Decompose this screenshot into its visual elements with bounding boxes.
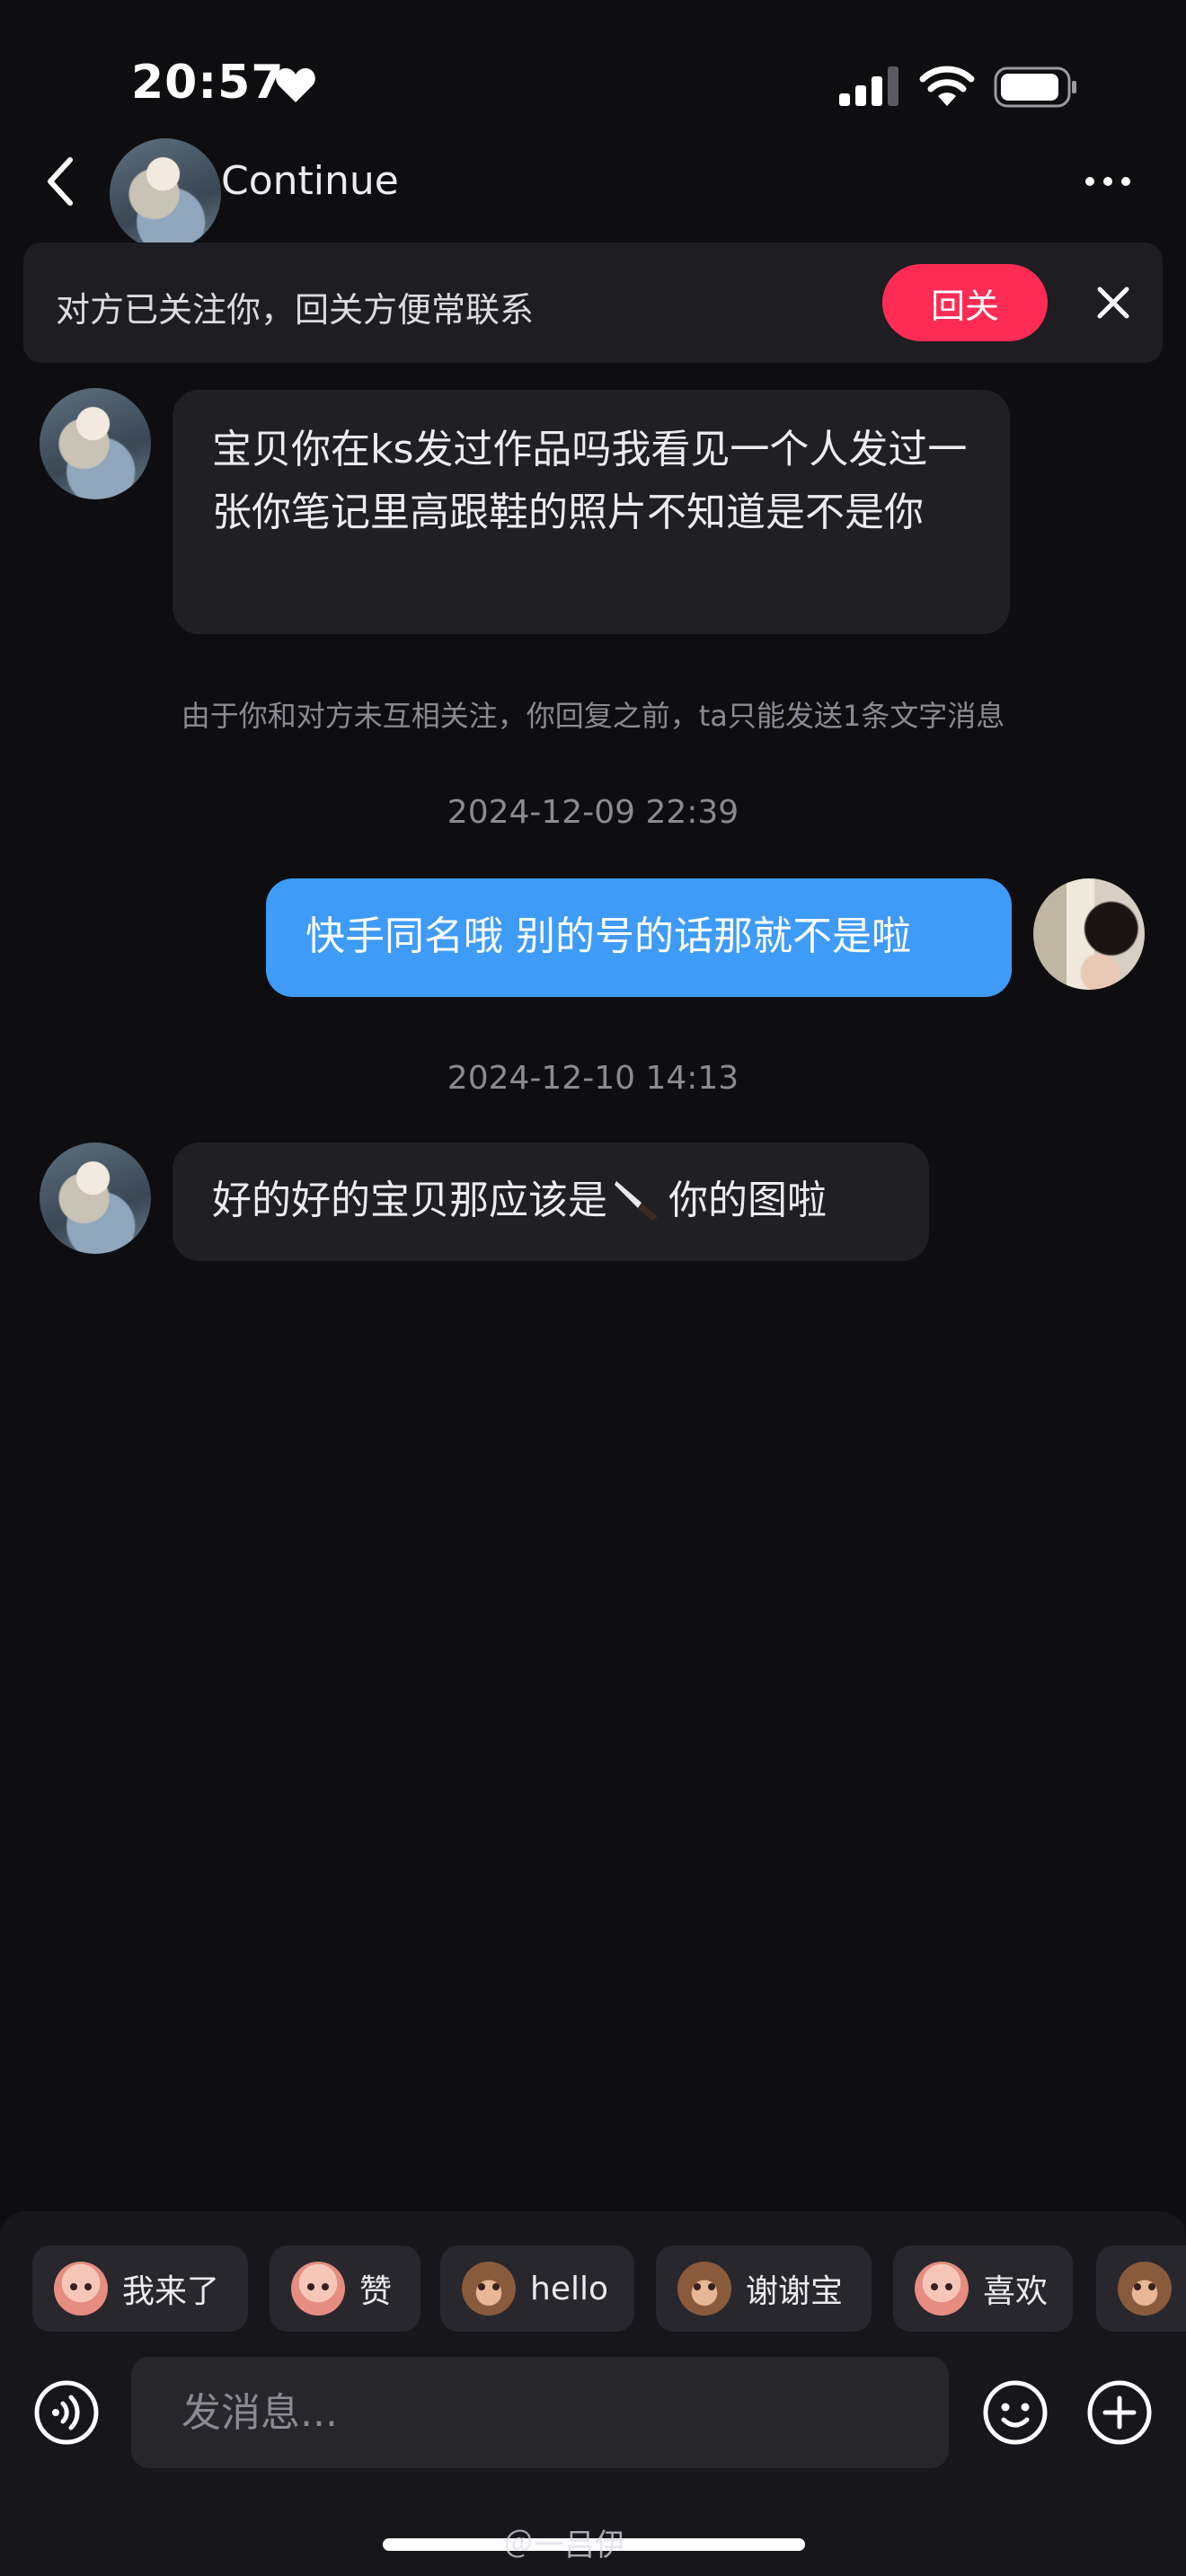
banner-text: 对方已关注你，回关方便常联系 (56, 290, 535, 330)
sender-avatar[interactable] (40, 388, 151, 499)
battery-icon (994, 66, 1076, 108)
back-arrow-icon[interactable] (40, 154, 83, 208)
outgoing-message[interactable]: 快手同名哦 别的号的话那就不是啦 (266, 878, 1012, 997)
sticker-icon (291, 2262, 345, 2316)
message-input[interactable] (131, 2357, 949, 2468)
incoming-message[interactable]: 宝贝你在ks发过作品吗我看见一个人发过一张你笔记里高跟鞋的照片不知道是不是你 (173, 390, 1010, 634)
sticker-icon (915, 2262, 969, 2316)
knife-emoji-icon (615, 1181, 658, 1221)
wifi-icon (919, 66, 975, 106)
quick-reply-chip[interactable]: 我来了 (32, 2245, 248, 2332)
monkey-sticker-icon (462, 2262, 516, 2316)
follow-back-button[interactable]: 回关 (882, 264, 1048, 341)
watermark: ＠一吕伊 (503, 2527, 625, 2563)
timestamp: 2024-12-09 22:39 (447, 794, 739, 831)
status-time: 20:57 (131, 56, 285, 110)
contact-name[interactable]: Continue (221, 158, 399, 204)
quick-reply-chip[interactable]: 赞 (270, 2245, 420, 2332)
quick-reply-label: 我来了 (122, 2273, 220, 2310)
contact-avatar[interactable] (110, 138, 221, 250)
quick-reply-label: hello (530, 2270, 608, 2307)
sender-avatar[interactable] (40, 1142, 151, 1254)
incoming-message[interactable]: 好的好的宝贝那应该是 你的图啦 (173, 1142, 929, 1261)
message-text: 你的图啦 (668, 1178, 827, 1223)
quick-reply-chip[interactable]: hello (440, 2245, 634, 2332)
close-icon[interactable] (1093, 282, 1134, 323)
plus-icon[interactable] (1085, 2378, 1154, 2447)
more-options-icon[interactable] (1084, 172, 1132, 190)
emoji-icon[interactable] (981, 2378, 1049, 2447)
cellular-signal-icon (839, 66, 898, 106)
quick-reply-chip[interactable]: 喜欢 (893, 2245, 1073, 2332)
monkey-sticker-icon (1118, 2262, 1172, 2316)
quick-reply-label: 谢谢宝 (746, 2273, 844, 2310)
quick-reply-chip-partial[interactable] (1096, 2245, 1186, 2332)
voice-input-icon[interactable] (32, 2378, 101, 2447)
heart-icon (276, 68, 315, 102)
quick-reply-label: 赞 (359, 2273, 393, 2310)
monkey-sticker-icon (677, 2262, 731, 2316)
my-avatar[interactable] (1033, 878, 1145, 990)
chat-screen: 20:57 Continue 对方已关注你，回关方便常联系 回关 宝贝你在ks发… (0, 0, 1186, 2576)
sticker-icon (54, 2262, 108, 2316)
timestamp: 2024-12-10 14:13 (447, 1060, 739, 1097)
quick-reply-chip[interactable]: 谢谢宝 (656, 2245, 872, 2332)
follow-back-banner: 对方已关注你，回关方便常联系 回关 (23, 243, 1163, 363)
message-text: 好的好的宝贝那应该是 (212, 1178, 607, 1223)
quick-reply-label: 喜欢 (983, 2273, 1049, 2310)
reply-limit-notice: 由于你和对方未互相关注，你回复之前，ta只能发送1条文字消息 (181, 699, 1005, 733)
